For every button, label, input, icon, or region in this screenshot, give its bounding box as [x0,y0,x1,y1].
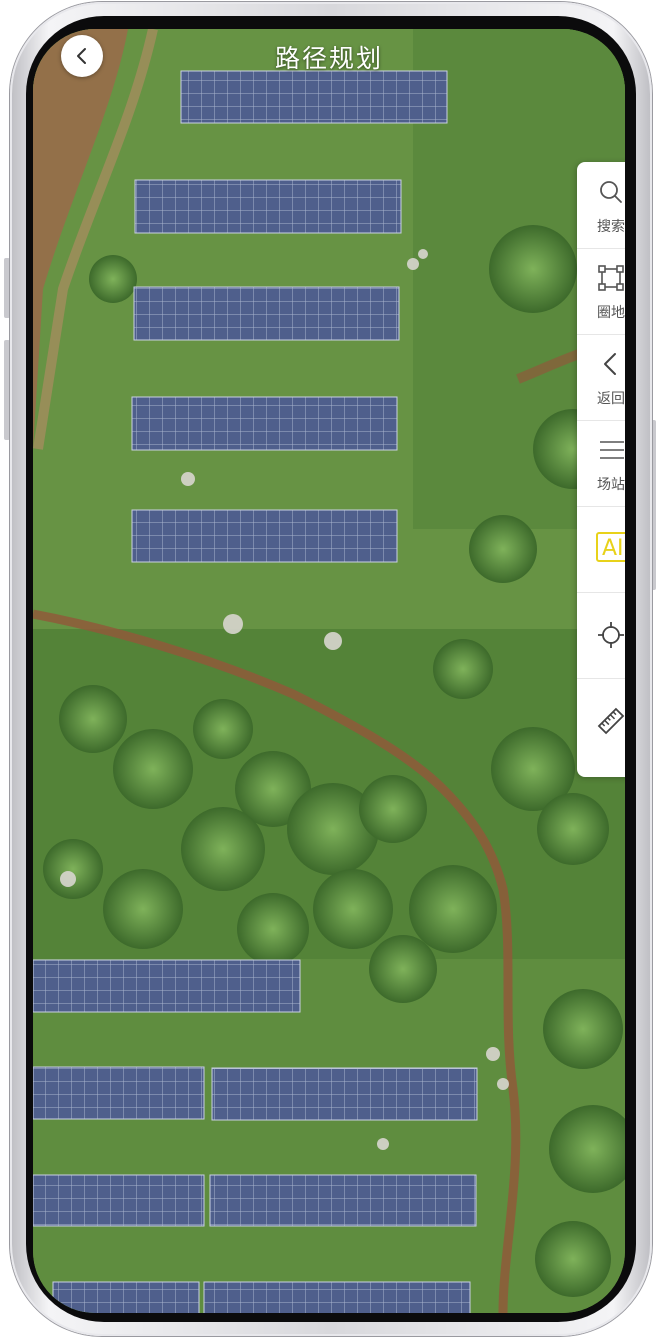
toolbar-enclose-area[interactable]: 圈地 [577,248,625,335]
polygon-draw-icon [598,265,624,291]
toolbar-stations[interactable]: 场站 [577,420,625,507]
toolbar-search[interactable]: 搜索 [577,162,625,249]
map-toolbar: 搜索 圈地 返回 场站 AI [577,162,625,777]
ruler-icon [597,707,625,735]
toolbar-label: 搜索 [597,219,625,235]
toolbar-label: 场站 [597,477,625,493]
toolbar-ai[interactable]: AI [577,506,625,593]
page-title: 路径规划 [274,44,383,73]
ai-badge-icon: AI [596,532,625,562]
toolbar-label: 返回 [597,391,625,407]
chevron-left-icon [604,353,616,375]
search-icon [600,181,622,203]
toolbar-return[interactable]: 返回 [577,334,625,421]
toolbar-label: 圈地 [597,305,625,321]
satellite-map[interactable] [33,29,625,1313]
toolbar-measure[interactable] [577,678,625,764]
locate-crosshair-icon [598,622,624,648]
menu-lines-icon [600,441,624,459]
app-screen: 路径规划 搜索 圈地 返回 场站 AI [33,29,625,1313]
toolbar-locate[interactable] [577,592,625,679]
